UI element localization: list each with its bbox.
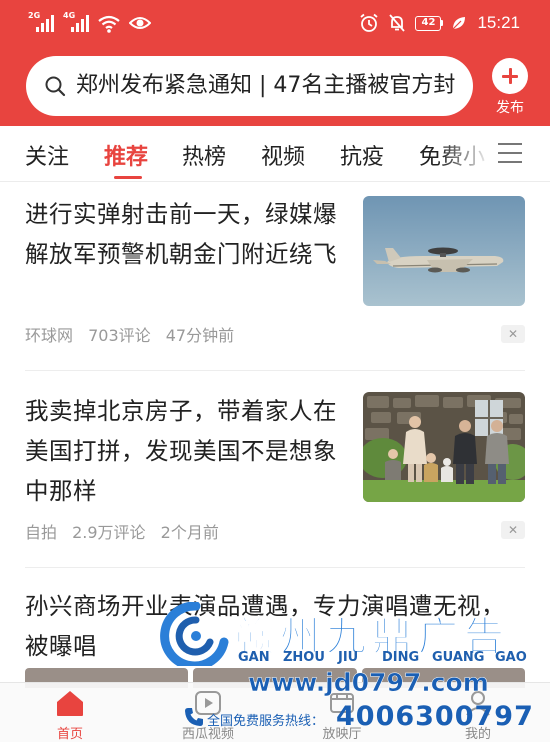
news-item[interactable]: 进行实弹射击前一天，绿媒爆解放军预警机朝金门附近绕飞 环球网 703评论 47分… [0,182,550,377]
play-icon [195,691,221,715]
search-bar[interactable]: 郑州发布紧急通知 | 47名主播被官方封 [26,56,473,116]
search-input[interactable]: 郑州发布紧急通知 | 47名主播被官方封 [76,70,473,102]
aircraft-photo[interactable] [363,196,525,306]
nav-label: 放映厅 [322,727,362,742]
news-time: 47分钟前 [165,326,235,345]
nav-cinema[interactable]: 放映厅 [282,683,402,742]
news-title[interactable]: 我卖掉北京房子，带着家人在美国打拼，发现美国不是想象中那样 [25,391,345,511]
home-icon [57,691,83,716]
tab-hot[interactable]: 热榜 [182,139,226,171]
news-item[interactable]: 我卖掉北京房子，带着家人在美国打拼，发现美国不是想象中那样 自拍 2.9万评论 … [0,371,550,571]
app-header: 2G 4G 42 15:21 郑州发布紧急通知 | 47名主播被官方封 发布 [0,0,550,126]
news-meta: 环球网 703评论 47分钟前 [25,322,244,346]
eye-comfort-icon [129,17,151,29]
mute-bell-icon [389,14,406,32]
dismiss-button[interactable]: ✕ [501,521,525,539]
news-source: 环球网 [25,326,74,345]
battery-indicator: 42 [415,15,444,31]
clock: 15:21 [477,13,520,32]
channel-menu-icon[interactable] [498,143,522,163]
channel-tabs: 关注 推荐 热榜 视频 抗疫 免费小 [0,126,550,182]
tab-follow[interactable]: 关注 [25,139,69,171]
status-bar: 2G 4G 42 15:21 [0,0,550,44]
nav-xigua-video[interactable]: 西瓜视频 [148,683,268,742]
nav-mine[interactable]: 我的 [418,683,538,742]
nav-label: 我的 [464,727,491,742]
film-icon [330,693,354,713]
tab-video[interactable]: 视频 [261,139,305,171]
leaf-icon [453,17,466,30]
nav-label: 西瓜视频 [181,727,234,742]
news-title[interactable]: 孙兴商场开业表演品遭遇，专力演唱遭无视，被曝唱 [25,586,525,666]
sim2-signal-icon: 4G [63,11,89,34]
nav-home[interactable]: 首页 [10,683,130,742]
publish-button[interactable]: 发布 [488,58,532,117]
tab-antiepidemic[interactable]: 抗疫 [340,139,384,171]
publish-label: 发布 [496,100,524,116]
user-icon [466,691,490,716]
nav-label: 首页 [56,727,83,742]
news-source: 自拍 [25,523,58,542]
tab-recommend[interactable]: 推荐 [104,139,148,171]
bottom-navigation: 首页 西瓜视频 放映厅 我的 [0,682,550,742]
sim1-signal-icon: 2G [28,11,54,34]
family-photo[interactable] [363,392,525,502]
news-title[interactable]: 进行实弹射击前一天，绿媒爆解放军预警机朝金门附近绕飞 [25,194,345,274]
news-comments: 2.9万评论 [72,523,146,542]
plus-icon [492,58,528,94]
news-comments: 703评论 [88,326,151,345]
news-meta: 自拍 2.9万评论 2个月前 [25,519,229,543]
active-tab-indicator [114,176,142,179]
alarm-icon [360,13,379,32]
dismiss-button[interactable]: ✕ [501,325,525,343]
search-icon [45,76,66,97]
news-time: 2个月前 [160,523,219,542]
wifi-icon [98,15,120,33]
